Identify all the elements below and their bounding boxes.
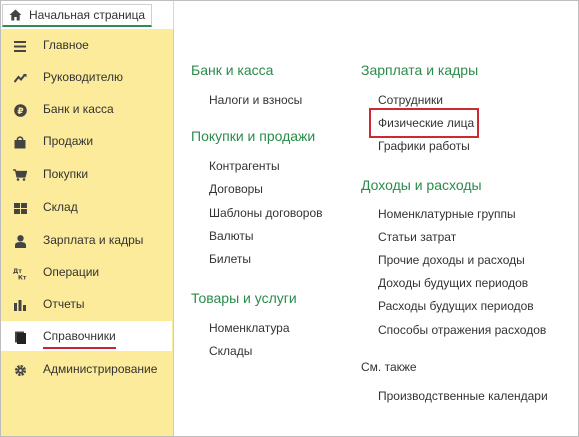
shopping-bag-icon (13, 135, 27, 149)
sidebar-item-label: Банк и касса (43, 102, 114, 116)
sidebar-item-label: Руководителю (43, 70, 124, 84)
sidebar-item-manager[interactable]: Руководителю (1, 62, 172, 92)
section-title-bank[interactable]: Банк и касса (191, 62, 273, 78)
sidebar-item-label: Справочники (43, 329, 116, 349)
link-other-income-expenses[interactable]: Прочие доходы и расходы (378, 253, 525, 267)
sidebar-item-label: Операции (43, 265, 100, 279)
link-warehouses[interactable]: Склады (209, 344, 252, 358)
sidebar-item-reports[interactable]: Отчеты (1, 289, 172, 319)
link-expense-methods[interactable]: Способы отражения расходов (378, 323, 546, 337)
sidebar-item-operations[interactable]: Дт Кт Операции (1, 257, 172, 287)
svg-text:₽: ₽ (17, 106, 23, 116)
link-deferred-income[interactable]: Доходы будущих периодов (378, 276, 528, 290)
sidebar-item-label: Зарплата и кадры (43, 233, 144, 247)
link-nomenclature[interactable]: Номенклатура (209, 321, 290, 335)
sidebar-item-salary[interactable]: Зарплата и кадры (1, 225, 172, 255)
link-tickets[interactable]: Билеты (209, 252, 251, 266)
cart-icon (13, 168, 27, 182)
link-contracts[interactable]: Договоры (209, 182, 263, 196)
link-nomenclature-groups[interactable]: Номенклатурные группы (378, 207, 516, 221)
warehouse-grid-icon (13, 201, 27, 215)
link-work-schedules[interactable]: Графики работы (378, 139, 470, 153)
link-production-calendars[interactable]: Производственные календари (378, 389, 548, 403)
sidebar-item-label: Продажи (43, 134, 94, 148)
sidebar: Главное Руководителю ₽ Банк и касса Прод… (1, 29, 174, 436)
home-icon (9, 9, 22, 21)
main-content: Банк и касса Налоги и взносы Покупки и п… (174, 1, 578, 436)
sidebar-item-label: Администрирование (43, 362, 158, 376)
link-employees[interactable]: Сотрудники (378, 93, 443, 107)
link-counterparties[interactable]: Контрагенты (209, 159, 280, 173)
ruble-coin-icon: ₽ (13, 103, 27, 117)
link-deferred-expenses[interactable]: Расходы будущих периодов (378, 299, 534, 313)
gear-icon (13, 363, 27, 377)
section-title-goods[interactable]: Товары и услуги (191, 290, 297, 306)
svg-text:Кт: Кт (18, 274, 27, 280)
section-title-purchases-sales[interactable]: Покупки и продажи (191, 128, 315, 144)
link-cost-items[interactable]: Статьи затрат (378, 230, 456, 244)
menu-lines-icon (13, 39, 27, 53)
link-currencies[interactable]: Валюты (209, 229, 254, 243)
start-page-label: Начальная страница (29, 8, 146, 22)
section-title-salary[interactable]: Зарплата и кадры (361, 62, 478, 78)
start-page-bar: Начальная страница (1, 1, 174, 29)
sidebar-item-warehouse[interactable]: Склад (1, 192, 172, 222)
link-taxes[interactable]: Налоги и взносы (209, 93, 302, 107)
link-contract-templates[interactable]: Шаблоны договоров (209, 206, 323, 220)
start-page-tab[interactable]: Начальная страница (2, 4, 153, 27)
section-title-see-also: См. также (361, 360, 417, 374)
trend-chart-icon (13, 71, 27, 85)
section-title-income-expenses[interactable]: Доходы и расходы (361, 177, 482, 193)
sidebar-item-label: Отчеты (43, 297, 85, 311)
sidebar-item-main[interactable]: Главное (1, 30, 172, 60)
sidebar-item-sales[interactable]: Продажи (1, 126, 172, 156)
sidebar-item-directories[interactable]: Справочники (1, 321, 172, 351)
person-icon (13, 234, 27, 248)
bar-chart-icon (13, 298, 27, 312)
sidebar-item-label: Склад (43, 200, 78, 214)
sidebar-item-bank[interactable]: ₽ Банк и касса (1, 94, 172, 124)
books-icon (13, 330, 27, 344)
highlight-frame (369, 108, 479, 138)
dt-kt-icon: Дт Кт (13, 266, 27, 280)
sidebar-item-purchases[interactable]: Покупки (1, 159, 172, 189)
sidebar-item-label: Покупки (43, 167, 89, 181)
app-window: Начальная страница Главное Руководителю … (0, 0, 579, 437)
sidebar-item-label: Главное (43, 38, 89, 52)
sidebar-item-administration[interactable]: Администрирование (1, 354, 172, 384)
